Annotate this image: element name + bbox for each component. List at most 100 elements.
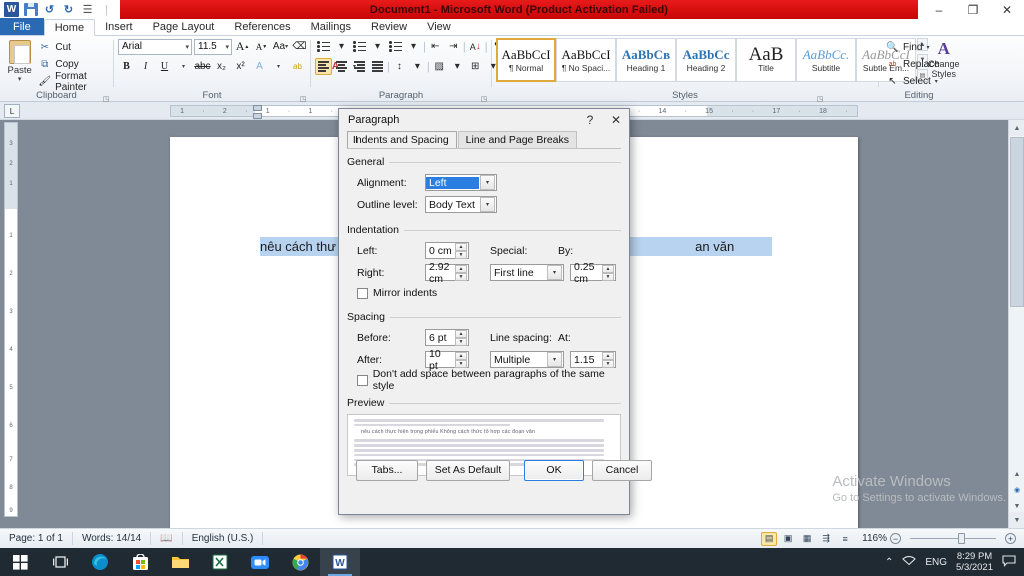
spin-down-icon[interactable]: ▼ — [455, 360, 467, 368]
chrome-icon[interactable] — [280, 548, 320, 576]
chevron-down-icon[interactable]: ▾ — [547, 265, 562, 280]
numbering-caret-icon[interactable]: ▾ — [369, 38, 386, 55]
increase-indent-icon[interactable]: ⇥ — [445, 38, 462, 55]
clock[interactable]: 8:29 PM 5/3/2021 — [956, 551, 993, 573]
minimize-button[interactable]: – — [922, 0, 956, 19]
proofing-status[interactable]: 📖 — [151, 532, 183, 545]
page-status[interactable]: Page: 1 of 1 — [0, 532, 73, 545]
borders-icon[interactable]: ⊞ — [467, 58, 484, 75]
text-effects-icon[interactable]: A — [251, 58, 268, 75]
task-view-icon[interactable] — [40, 548, 80, 576]
tray-chevron-icon[interactable]: ⌃ — [885, 557, 893, 568]
clear-formatting-icon[interactable]: ⌫ — [291, 38, 308, 55]
dont-add-space-checkbox[interactable] — [357, 374, 368, 386]
underline-button[interactable]: U — [156, 58, 173, 75]
find-caret-icon[interactable]: ▾ — [926, 44, 929, 51]
store-icon[interactable] — [120, 548, 160, 576]
zoom-out-button[interactable]: − — [890, 533, 901, 544]
spin-up-icon[interactable]: ▲ — [455, 352, 467, 360]
word-count-status[interactable]: Words: 14/14 — [73, 532, 152, 545]
at-spinner[interactable]: 1.15 ▲ ▼ — [570, 351, 616, 368]
spin-down-icon[interactable]: ▼ — [455, 338, 467, 346]
tab-stop-selector[interactable]: L — [4, 104, 20, 118]
edge-icon[interactable] — [80, 548, 120, 576]
tab-line-and-page-breaks[interactable]: Line and Page Breaks — [457, 131, 577, 148]
text-effects-caret-icon[interactable]: ▾ — [270, 58, 287, 75]
set-as-default-button[interactable]: Set As Default — [426, 459, 510, 481]
italic-button[interactable]: I — [137, 58, 154, 75]
style-normal[interactable]: AaBbCcI ¶ Normal — [496, 38, 556, 82]
select-browse-object-icon[interactable]: ◉ — [1011, 484, 1023, 496]
vertical-scrollbar[interactable]: ▲ ▲ ◉ ▼ ▼ — [1008, 120, 1024, 528]
select-button[interactable]: ↖ Select ▾ — [883, 74, 943, 89]
spin-down-icon[interactable]: ▼ — [455, 273, 467, 281]
draft-view-button[interactable]: ≡ — [837, 532, 853, 546]
grow-font-icon[interactable]: A ▲ — [234, 38, 251, 55]
alignment-combo[interactable]: Left ▾ — [425, 174, 497, 191]
web-layout-view-button[interactable]: ▦ — [799, 532, 815, 546]
format-painter-button[interactable]: 🖌 Format Painter — [35, 71, 109, 93]
spin-up-icon[interactable]: ▲ — [455, 243, 467, 251]
notification-icon[interactable] — [1002, 554, 1016, 570]
quick-list-icon[interactable]: ☰ — [80, 2, 95, 17]
spacing-after-spinner[interactable]: 10 pt ▲ ▼ — [425, 348, 469, 372]
spin-down-icon[interactable]: ▼ — [602, 360, 614, 368]
left-indent-marker[interactable] — [253, 113, 262, 119]
indent-right-spinner[interactable]: 2.92 cm ▲ ▼ — [425, 261, 469, 285]
style-heading-2[interactable]: AaBbCc Heading 2 — [676, 38, 736, 82]
font-name-caret-icon[interactable]: ▾ — [185, 43, 189, 51]
browse-previous-icon[interactable]: ▲ — [1011, 468, 1023, 480]
clipboard-dialog-launcher-icon[interactable]: ◳ — [102, 94, 110, 103]
select-caret-icon[interactable]: ▾ — [935, 78, 938, 85]
style-title[interactable]: AaB Title — [736, 38, 796, 82]
mirror-indents-checkbox[interactable] — [357, 287, 368, 299]
find-button[interactable]: 🔍 Find ▾ — [883, 40, 943, 55]
spin-down-icon[interactable]: ▼ — [455, 251, 467, 259]
line-spacing-icon[interactable]: ↕ — [391, 58, 408, 75]
line-spacing-combo[interactable]: Multiple ▾ — [490, 351, 564, 368]
multilevel-caret-icon[interactable]: ▾ — [405, 38, 422, 55]
outline-level-combo[interactable]: Body Text ▾ — [425, 196, 497, 213]
tab-home[interactable]: Home — [43, 19, 96, 36]
paste-caret-icon[interactable]: ▾ — [18, 76, 22, 83]
chevron-down-icon[interactable]: ▾ — [547, 352, 562, 367]
chevron-down-icon[interactable]: ▾ — [480, 175, 495, 190]
paragraph-dialog-launcher-icon[interactable]: ◳ — [480, 94, 488, 103]
style-heading-1[interactable]: AaBbCʙ Heading 1 — [616, 38, 676, 82]
decrease-indent-icon[interactable]: ⇤ — [427, 38, 444, 55]
bullets-caret-icon[interactable]: ▾ — [333, 38, 350, 55]
shrink-font-icon[interactable]: A ▼ — [253, 38, 270, 55]
tabs-button[interactable]: Tabs... — [356, 459, 418, 481]
tab-file[interactable]: File — [0, 18, 44, 35]
strikethrough-button[interactable]: abc — [194, 58, 211, 75]
sort-icon[interactable]: A ↓ — [467, 38, 484, 55]
paste-button[interactable]: Paste ▾ — [4, 38, 35, 83]
multilevel-list-icon[interactable] — [387, 38, 404, 55]
vertical-ruler[interactable]: 3 2 1 1 2 3 4 5 6 7 8 9 — [4, 122, 18, 517]
numbering-icon[interactable] — [351, 38, 368, 55]
font-dialog-launcher-icon[interactable]: ◳ — [299, 94, 307, 103]
dialog-help-icon[interactable]: ? — [577, 110, 603, 131]
redo-icon[interactable]: ↻ — [61, 2, 76, 17]
style-subtitle[interactable]: AaBbCc. Subtitle — [796, 38, 856, 82]
print-layout-view-button[interactable]: ▤ — [761, 531, 778, 546]
tab-view[interactable]: View — [417, 18, 461, 35]
tab-indents-and-spacing[interactable]: I​Indents and Spacing — [347, 131, 457, 148]
spin-up-icon[interactable]: ▲ — [602, 265, 614, 273]
spin-up-icon[interactable]: ▲ — [455, 330, 467, 338]
cut-button[interactable]: ✂ Cut — [35, 40, 109, 55]
superscript-button[interactable]: x² — [232, 58, 249, 75]
full-screen-reading-view-button[interactable]: ▣ — [780, 532, 796, 546]
undo-icon[interactable]: ↺ — [42, 2, 57, 17]
align-left-button[interactable] — [315, 58, 332, 75]
special-combo[interactable]: First line ▾ — [490, 264, 564, 281]
style-no-spacing[interactable]: AaBbCcI ¶ No Spaci... — [556, 38, 616, 82]
maximize-button[interactable]: ❐ — [956, 0, 990, 19]
tab-page-layout[interactable]: Page Layout — [143, 18, 225, 35]
bold-button[interactable]: B — [118, 58, 135, 75]
scroll-up-arrow[interactable]: ▲ — [1009, 120, 1024, 136]
tab-insert[interactable]: Insert — [95, 18, 143, 35]
zoom-level[interactable]: 116% — [862, 533, 887, 544]
excel-icon[interactable] — [200, 548, 240, 576]
ok-button[interactable]: OK — [524, 459, 584, 481]
